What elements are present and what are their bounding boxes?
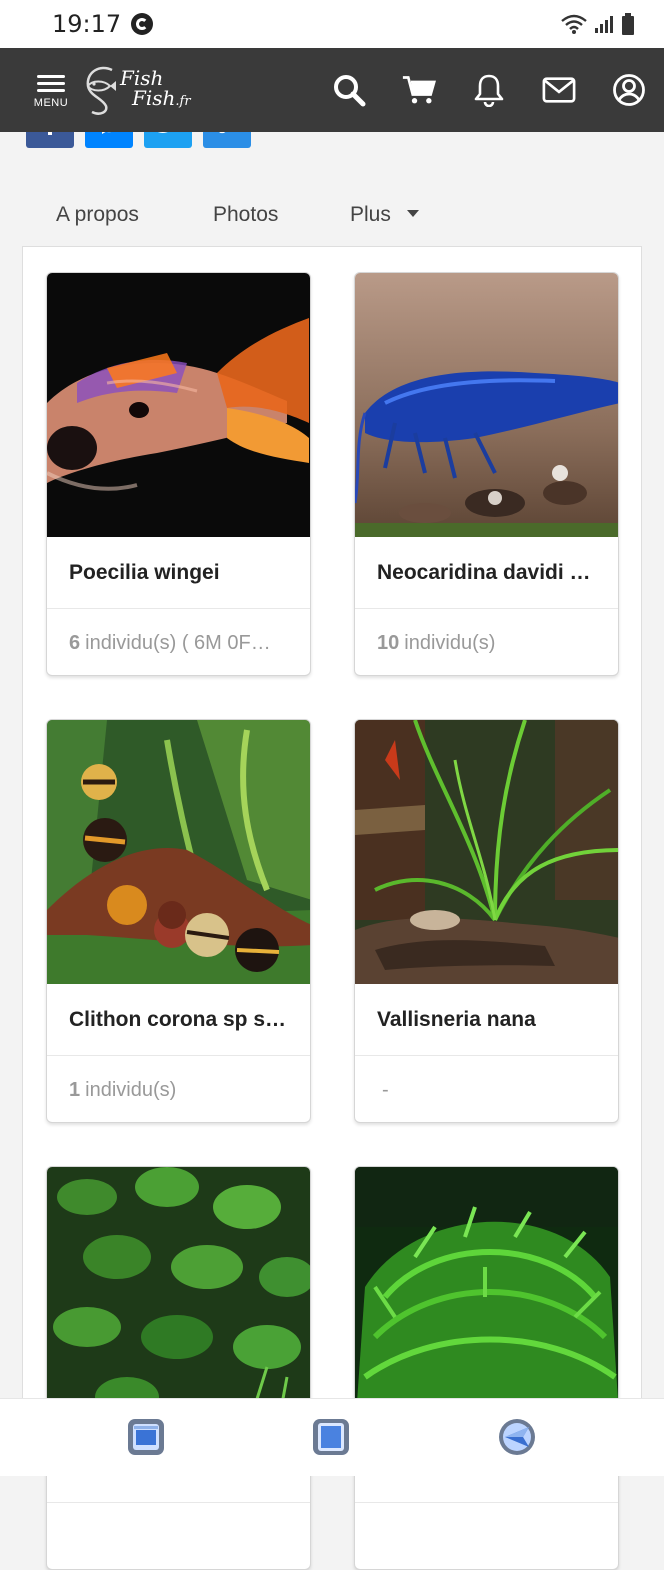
species-card[interactable]: Poecilia wingei 6 individu(s) ( 6M 0F… bbox=[46, 272, 311, 676]
species-title[interactable]: Clithon corona sp s… bbox=[47, 984, 310, 1056]
clithon-corona-photo bbox=[47, 720, 310, 984]
species-card[interactable]: Clithon corona sp s… 1 individu(s) bbox=[46, 719, 311, 1123]
app-notification-icon bbox=[131, 13, 154, 35]
recents-icon bbox=[128, 1419, 164, 1455]
status-icons bbox=[560, 12, 636, 36]
species-title[interactable]: Neocaridina davidi … bbox=[355, 537, 618, 609]
species-card[interactable] bbox=[46, 1166, 311, 1570]
species-card[interactable] bbox=[354, 1166, 619, 1570]
logo-text: Fish Fish.fr bbox=[120, 68, 191, 112]
mail-icon bbox=[542, 77, 576, 103]
species-count: - bbox=[382, 1078, 389, 1101]
species-count: 10 individu(s) bbox=[377, 631, 496, 654]
cart-button[interactable] bbox=[402, 73, 436, 107]
cart-icon bbox=[402, 76, 436, 104]
back-icon bbox=[499, 1419, 535, 1455]
species-card[interactable]: Vallisneria nana - bbox=[354, 719, 619, 1123]
caret-down-icon bbox=[406, 209, 419, 217]
species-title[interactable]: Poecilia wingei bbox=[47, 537, 310, 609]
status-bar: 19:17 bbox=[0, 0, 664, 48]
logo-suffix: .fr bbox=[175, 94, 191, 109]
neocaridina-davidi-photo bbox=[355, 273, 618, 537]
search-icon bbox=[334, 75, 366, 107]
vallisneria-nana-photo bbox=[355, 720, 618, 984]
tab-photos[interactable]: Photos bbox=[213, 203, 278, 227]
species-count bbox=[355, 1503, 618, 1569]
signal-icon bbox=[595, 16, 613, 33]
species-count: 6 individu(s) ( 6M 0F… bbox=[69, 631, 271, 654]
tab-more[interactable]: Plus bbox=[350, 203, 419, 227]
navbar-actions bbox=[332, 73, 646, 107]
poecilia-wingei-photo bbox=[47, 273, 310, 537]
species-count bbox=[47, 1503, 310, 1569]
species-card[interactable]: Neocaridina davidi … 10 individu(s) bbox=[354, 272, 619, 676]
status-time: 19:17 bbox=[52, 10, 122, 38]
anubias-plant-photo bbox=[47, 1167, 310, 1431]
menu-label: MENU bbox=[33, 97, 69, 109]
species-count: 1 individu(s) bbox=[69, 1078, 177, 1101]
back-button[interactable] bbox=[497, 1417, 537, 1457]
site-logo[interactable]: Fish Fish.fr bbox=[82, 62, 191, 118]
logo-line1: Fish bbox=[120, 66, 164, 90]
menu-button[interactable]: MENU bbox=[16, 48, 86, 132]
species-title[interactable]: Vallisneria nana bbox=[355, 984, 618, 1056]
wifi-icon bbox=[561, 14, 587, 34]
user-icon bbox=[613, 74, 645, 106]
species-panel: Poecilia wingei 6 individu(s) ( 6M 0F… N… bbox=[22, 246, 642, 1570]
top-navbar: MENU Fish Fish.fr bbox=[0, 48, 664, 132]
home-icon bbox=[313, 1419, 349, 1455]
recents-button[interactable] bbox=[126, 1417, 166, 1457]
moss-plant-photo bbox=[355, 1167, 618, 1431]
hamburger-icon bbox=[37, 71, 65, 96]
notifications-button[interactable] bbox=[472, 73, 506, 107]
account-button[interactable] bbox=[612, 73, 646, 107]
tab-more-label: Plus bbox=[350, 203, 391, 226]
search-button[interactable] bbox=[332, 73, 366, 107]
home-button[interactable] bbox=[311, 1417, 351, 1457]
bell-icon bbox=[474, 74, 504, 107]
fish-logo-icon bbox=[86, 66, 116, 115]
system-nav-bar bbox=[0, 1398, 664, 1476]
battery-icon bbox=[622, 13, 634, 35]
messages-button[interactable] bbox=[542, 73, 576, 107]
logo-line2: Fish bbox=[132, 86, 176, 110]
tab-about[interactable]: A propos bbox=[56, 203, 139, 227]
profile-tabs: A propos Photos Plus bbox=[0, 188, 664, 242]
